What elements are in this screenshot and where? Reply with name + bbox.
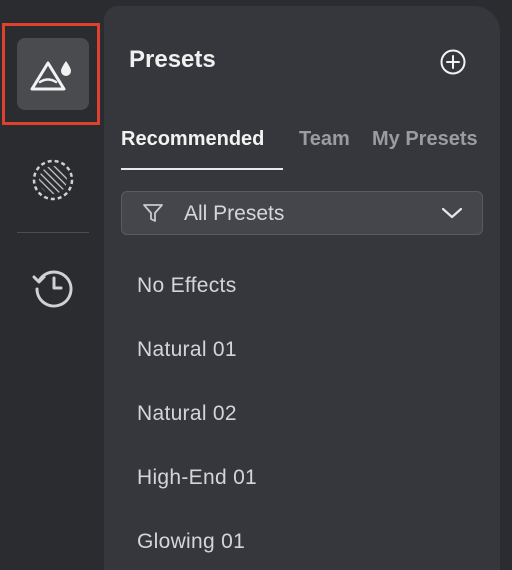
chevron-down-icon bbox=[441, 207, 463, 219]
plus-circle-icon bbox=[440, 49, 466, 75]
preset-item-high-end-01[interactable]: High-End 01 bbox=[137, 466, 257, 490]
preset-item-no-effects[interactable]: No Effects bbox=[137, 274, 237, 298]
preset-filter-dropdown[interactable]: All Presets bbox=[121, 191, 483, 235]
add-preset-button[interactable] bbox=[439, 48, 467, 76]
preset-tabs: Recommended Team My Presets bbox=[121, 128, 500, 172]
sidebar-divider bbox=[17, 232, 89, 233]
dashed-circle-icon bbox=[32, 159, 74, 201]
filter-icon bbox=[143, 204, 163, 222]
tab-my-presets[interactable]: My Presets bbox=[372, 128, 478, 151]
presets-panel: Presets Recommended Team My Presets All … bbox=[104, 6, 500, 570]
mountain-drop-icon bbox=[30, 61, 71, 91]
active-tab-indicator bbox=[121, 168, 283, 170]
sidebar-item-presets[interactable] bbox=[17, 38, 89, 110]
page-title: Presets bbox=[129, 46, 216, 73]
preset-item-natural-01[interactable]: Natural 01 bbox=[137, 338, 237, 362]
filter-selected-value: All Presets bbox=[184, 202, 285, 225]
tab-recommended[interactable]: Recommended bbox=[121, 128, 264, 151]
tab-team[interactable]: Team bbox=[299, 128, 350, 151]
sidebar bbox=[0, 0, 104, 570]
history-icon bbox=[32, 270, 73, 308]
preset-item-glowing-01[interactable]: Glowing 01 bbox=[137, 530, 245, 554]
preset-item-natural-02[interactable]: Natural 02 bbox=[137, 402, 237, 426]
sidebar-item-effects[interactable] bbox=[17, 144, 89, 216]
sidebar-item-history[interactable] bbox=[17, 250, 89, 322]
